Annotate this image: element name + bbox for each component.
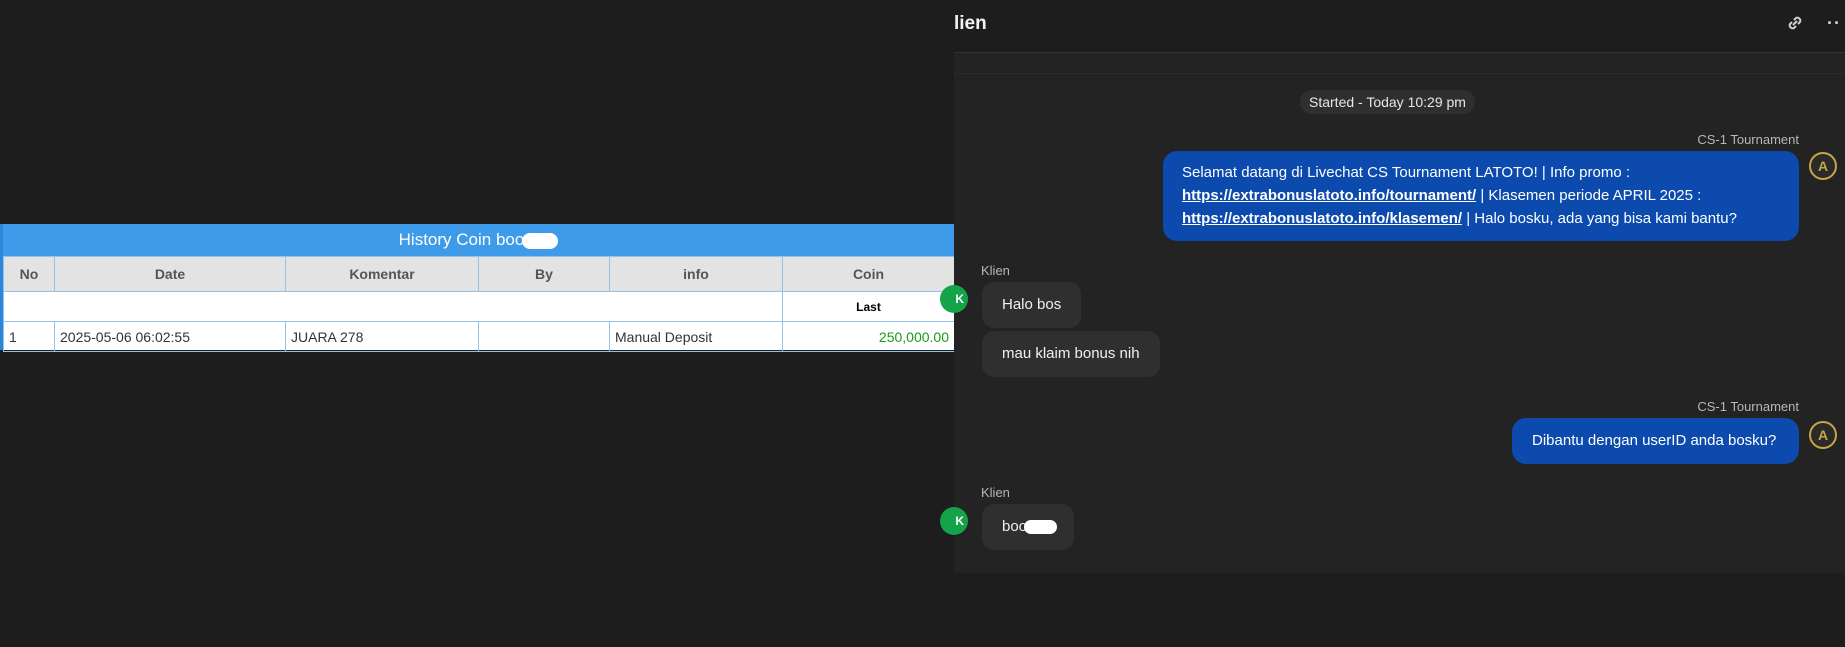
table-row: 1 2025-05-06 06:02:55 JUARA 278 Manual D…	[3, 321, 955, 352]
history-coin-title: History Coin boo	[3, 224, 954, 256]
column-header-by[interactable]: By	[478, 256, 610, 292]
more-icon[interactable]: ··	[1827, 13, 1841, 34]
klasemen-link[interactable]: https://extrabonuslatoto.info/klasemen/	[1182, 210, 1462, 227]
started-badge: Started - Today 10:29 pm	[1300, 90, 1475, 114]
chat-title: lien	[954, 13, 987, 34]
last-label: Last	[782, 291, 955, 322]
history-coin-title-text: History Coin boo	[398, 230, 525, 249]
redaction-mask	[1024, 520, 1058, 535]
agent-message-bubble: Dibantu dengan userID anda bosku?	[1512, 418, 1799, 464]
column-header-komentar[interactable]: Komentar	[285, 256, 479, 292]
message-line: https://extrabonuslatoto.info/klasemen/ …	[1182, 207, 1780, 230]
message-text: | Halo bosku, ada yang bisa kami bantu?	[1462, 210, 1737, 227]
agent-avatar: A	[1809, 152, 1837, 180]
column-header-no[interactable]: No	[3, 256, 55, 292]
client-message-bubble: Halo bos	[982, 282, 1082, 328]
last-row: Last	[3, 291, 955, 322]
client-avatar: K	[940, 285, 968, 313]
sender-label-client: Klien	[981, 263, 1010, 278]
sender-label-agent: CS-1 Tournament	[1697, 132, 1799, 147]
chat-header: lien ··	[954, 0, 1845, 53]
last-row-empty	[3, 291, 783, 322]
agent-avatar: A	[1809, 421, 1837, 449]
chat-messages: Started - Today 10:29 pm CS-1 Tournament…	[940, 53, 1845, 573]
sender-label-client: Klien	[981, 485, 1010, 500]
divider	[954, 73, 1845, 74]
cell-by	[478, 321, 610, 352]
client-avatar: K	[940, 507, 968, 535]
table-header-row: No Date Komentar By info Coin	[3, 256, 955, 292]
cell-komentar: JUARA 278	[285, 321, 479, 352]
promo-link[interactable]: https://extrabonuslatoto.info/tournament…	[1182, 187, 1476, 204]
message-line: https://extrabonuslatoto.info/tournament…	[1182, 184, 1780, 207]
client-message-bubble: boo	[982, 504, 1075, 550]
cell-coin: 250,000.00	[782, 321, 955, 352]
cell-info: Manual Deposit	[609, 321, 783, 352]
history-coin-panel: History Coin boo No Date Komentar By inf…	[0, 224, 955, 352]
column-header-date[interactable]: Date	[54, 256, 286, 292]
history-coin-table: No Date Komentar By info Coin Last 1 202…	[3, 256, 955, 352]
redaction-mask	[522, 232, 559, 249]
column-header-info[interactable]: info	[609, 256, 783, 292]
chat-panel: lien ·· Started - Today 10:29 pm CS-1 To…	[940, 0, 1845, 647]
message-text: | Klasemen periode APRIL 2025 :	[1476, 187, 1702, 204]
agent-message-bubble: Selamat datang di Livechat CS Tournament…	[1163, 151, 1799, 241]
message-line: Selamat datang di Livechat CS Tournament…	[1182, 164, 1631, 181]
client-message-bubble: mau klaim bonus nih	[982, 331, 1160, 377]
sender-label-agent: CS-1 Tournament	[1697, 399, 1799, 414]
link-icon[interactable]	[1785, 13, 1805, 38]
column-header-coin[interactable]: Coin	[782, 256, 955, 292]
cell-date: 2025-05-06 06:02:55	[54, 321, 286, 352]
cell-no: 1	[3, 321, 55, 352]
